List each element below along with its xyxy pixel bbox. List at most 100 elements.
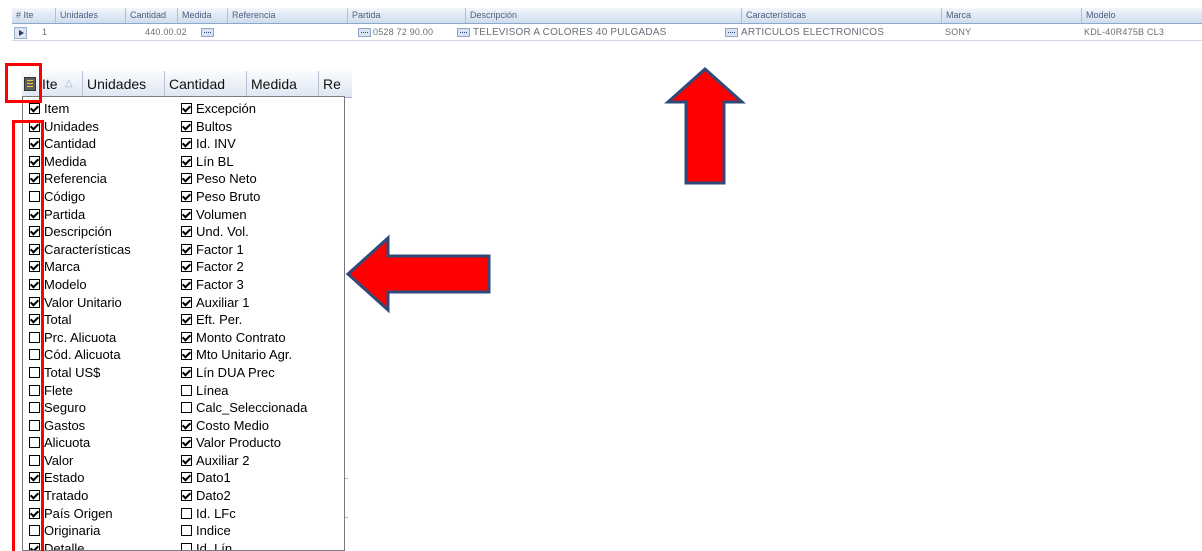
column-option[interactable]: Factor 1 (181, 241, 344, 259)
column-option[interactable]: Detalle (29, 540, 189, 550)
checkbox-unchecked[interactable] (181, 525, 192, 537)
checkbox-checked[interactable] (181, 366, 192, 378)
column-option[interactable]: Dato1 (181, 469, 344, 487)
checkbox-unchecked[interactable] (181, 542, 192, 550)
partida-lookup-button[interactable] (358, 28, 371, 37)
column-option[interactable]: Indice (181, 522, 344, 540)
column-option[interactable]: Alicuota (29, 434, 189, 452)
checkbox-checked[interactable] (181, 419, 192, 431)
column-option[interactable]: Valor Unitario (29, 294, 189, 312)
column-option[interactable]: Peso Neto (181, 170, 344, 188)
column-option[interactable]: Factor 2 (181, 258, 344, 276)
column-option[interactable]: Total (29, 311, 189, 329)
col-header-unidades[interactable]: Unidades (83, 71, 165, 97)
column-option[interactable]: Monto Contrato (181, 329, 344, 347)
column-option[interactable]: Valor (29, 452, 189, 470)
column-option[interactable]: Flete (29, 382, 189, 400)
column-option[interactable]: Cantidad (29, 135, 189, 153)
checkbox-checked[interactable] (181, 208, 192, 220)
col-header-cantidad[interactable]: Cantidad (126, 8, 178, 23)
col-header-caracteristicas[interactable]: Características (742, 8, 942, 23)
column-option[interactable]: Modelo (29, 276, 189, 294)
checkbox-checked[interactable] (181, 296, 192, 308)
checkbox-checked[interactable] (181, 226, 192, 238)
col-header-item[interactable]: # Ite (12, 8, 56, 23)
column-option[interactable]: Item (29, 100, 189, 118)
col-header-item[interactable]: Ite (38, 71, 83, 97)
column-option[interactable]: Características (29, 241, 189, 259)
checkbox-checked[interactable] (181, 243, 192, 255)
checkbox-checked[interactable] (181, 173, 192, 185)
column-option[interactable]: Calc_Seleccionada (181, 399, 344, 417)
column-option[interactable]: Excepción (181, 100, 344, 118)
checkbox-checked[interactable] (181, 155, 192, 167)
column-option[interactable]: Id. Lín (181, 540, 344, 550)
column-option[interactable]: Auxiliar 1 (181, 294, 344, 312)
column-option[interactable]: Mto Unitario Agr. (181, 346, 344, 364)
table-row[interactable]: 1 440.00.02 0528 72 90.00 TELEVISOR A CO… (12, 25, 1202, 41)
column-option[interactable]: Cód. Alicuota (29, 346, 189, 364)
checkbox-checked[interactable] (181, 120, 192, 132)
medida-lookup-button[interactable] (201, 28, 214, 37)
column-option[interactable]: Id. INV (181, 135, 344, 153)
checkbox-unchecked[interactable] (181, 384, 192, 396)
descripcion-lookup-button[interactable] (457, 28, 470, 37)
column-option[interactable]: Marca (29, 258, 189, 276)
checkbox-unchecked[interactable] (181, 507, 192, 519)
col-header-medida[interactable]: Medida (178, 8, 228, 23)
checkbox-checked[interactable] (181, 138, 192, 150)
column-option[interactable]: Valor Producto (181, 434, 344, 452)
col-header-partida[interactable]: Partida (348, 8, 466, 23)
column-option[interactable]: Costo Medio (181, 417, 344, 435)
column-option[interactable]: Bultos (181, 118, 344, 136)
column-option[interactable]: Gastos (29, 417, 189, 435)
checkbox-checked[interactable] (181, 190, 192, 202)
row-selector-icon[interactable] (14, 27, 27, 39)
col-header-referencia[interactable]: Re (319, 71, 352, 97)
col-header-unidades[interactable]: Unidades (56, 8, 126, 23)
col-header-descripcion[interactable]: Descripción (466, 8, 742, 23)
column-option[interactable]: Código (29, 188, 189, 206)
column-option[interactable]: Peso Bruto (181, 188, 344, 206)
checkbox-unchecked[interactable] (181, 402, 192, 414)
checkbox-checked[interactable] (29, 103, 40, 114)
column-option[interactable]: Volumen (181, 206, 344, 224)
column-option[interactable]: Und. Vol. (181, 223, 344, 241)
checkbox-checked[interactable] (181, 314, 192, 326)
col-header-modelo[interactable]: Modelo (1082, 8, 1202, 23)
checkbox-checked[interactable] (181, 103, 192, 114)
col-header-marca[interactable]: Marca (942, 8, 1082, 23)
checkbox-checked[interactable] (181, 261, 192, 273)
checkbox-checked[interactable] (181, 331, 192, 343)
checkbox-checked[interactable] (181, 278, 192, 290)
column-option[interactable]: Estado (29, 469, 189, 487)
column-option[interactable]: Id. LFc (181, 505, 344, 523)
column-option[interactable]: País Origen (29, 505, 189, 523)
column-option[interactable]: Originaria (29, 522, 189, 540)
col-header-cantidad[interactable]: Cantidad (165, 71, 247, 97)
checkbox-checked[interactable] (181, 454, 192, 466)
checkbox-checked[interactable] (181, 349, 192, 361)
column-option[interactable]: Partida (29, 206, 189, 224)
column-option[interactable]: Unidades (29, 118, 189, 136)
column-option[interactable]: Prc. Alicuota (29, 329, 189, 347)
col-header-referencia[interactable]: Referencia (228, 8, 348, 23)
column-option[interactable]: Línea (181, 382, 344, 400)
column-option[interactable]: Medida (29, 153, 189, 171)
column-option[interactable]: Lín DUA Prec (181, 364, 344, 382)
column-option[interactable]: Descripción (29, 223, 189, 241)
column-option[interactable]: Factor 3 (181, 276, 344, 294)
column-option[interactable]: Tratado (29, 487, 189, 505)
checkbox-checked[interactable] (181, 490, 192, 502)
column-option[interactable]: Lín BL (181, 153, 344, 171)
column-option[interactable]: Eft. Per. (181, 311, 344, 329)
column-option[interactable]: Auxiliar 2 (181, 452, 344, 470)
column-option[interactable]: Seguro (29, 399, 189, 417)
checkbox-checked[interactable] (181, 437, 192, 449)
checkbox-checked[interactable] (181, 472, 192, 484)
caracteristicas-lookup-button[interactable] (725, 28, 738, 37)
column-option[interactable]: Total US$ (29, 364, 189, 382)
column-option[interactable]: Dato2 (181, 487, 344, 505)
column-option[interactable]: Referencia (29, 170, 189, 188)
col-header-medida[interactable]: Medida (247, 71, 319, 97)
